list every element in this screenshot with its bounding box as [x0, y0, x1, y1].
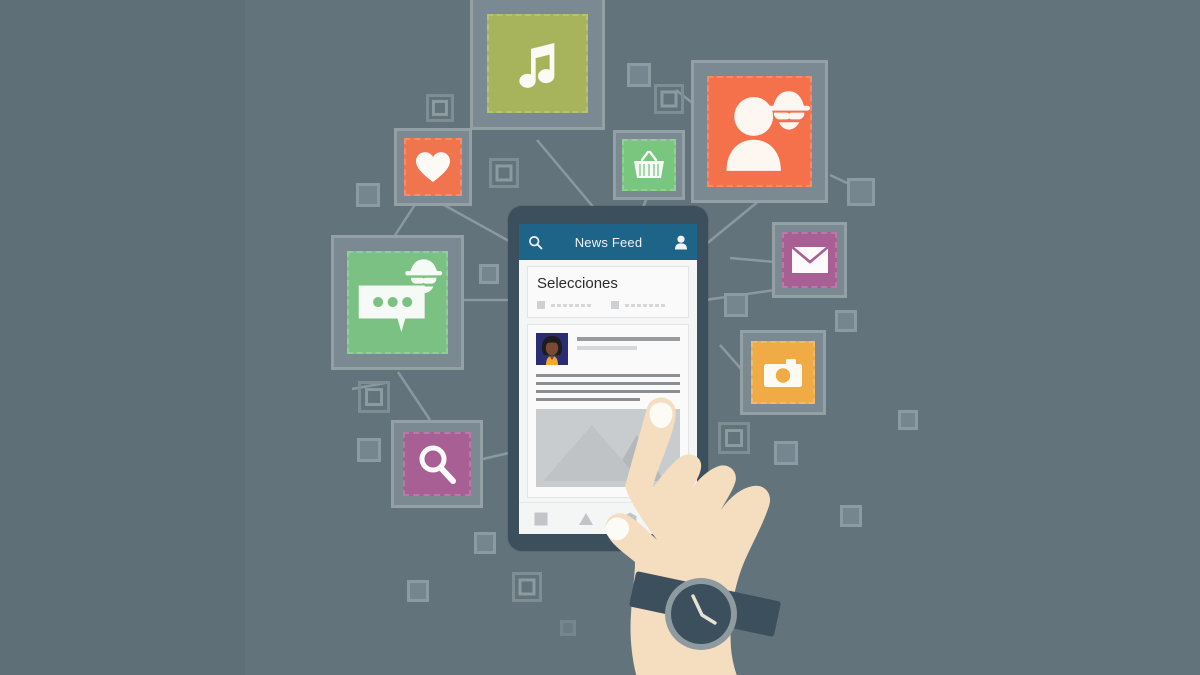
music-tile[interactable] [470, 0, 605, 130]
meta-dash [625, 303, 667, 307]
heart-tile[interactable] [394, 128, 472, 206]
nav-triangle-icon[interactable] [578, 511, 594, 527]
person-icon[interactable] [674, 235, 688, 250]
tile-surface [403, 432, 471, 496]
search-tile[interactable] [391, 420, 483, 508]
body-line [536, 374, 680, 377]
decor-square [356, 183, 380, 207]
basket-tile[interactable] [613, 130, 685, 200]
tile-surface [622, 139, 676, 191]
decor-square [512, 572, 542, 602]
decor-square [560, 620, 576, 636]
decor-square [489, 158, 519, 188]
mail-tile[interactable] [772, 222, 847, 298]
meta-row [537, 301, 679, 309]
tile-surface [487, 14, 588, 113]
avatar [536, 333, 568, 365]
search-icon[interactable] [528, 235, 543, 250]
tile-surface [404, 138, 462, 196]
chat-tile[interactable] [331, 235, 464, 370]
post-text-lines [577, 333, 680, 355]
decor-square [627, 63, 651, 87]
selections-card[interactable]: Selecciones [527, 266, 689, 318]
camera-icon [764, 358, 802, 387]
meta-item [537, 301, 593, 309]
decor-square [407, 580, 429, 602]
decor-square [654, 84, 684, 114]
app-title: News Feed [574, 234, 643, 250]
profile-tile[interactable] [691, 60, 828, 203]
app-topbar: News Feed [519, 224, 697, 260]
chat-bubble-icon [358, 258, 443, 332]
decor-square [426, 94, 454, 122]
post-header [536, 333, 680, 365]
envelope-icon [790, 246, 829, 273]
post-subtitle-line [577, 346, 637, 350]
meta-chip [611, 301, 619, 309]
page-title: Selecciones [537, 275, 618, 292]
tile-surface [707, 76, 812, 187]
decor-square [358, 381, 390, 413]
body-line [536, 382, 680, 385]
heart-icon [416, 152, 450, 182]
magnifier-icon [419, 445, 456, 484]
decor-square [835, 310, 857, 332]
decor-square [479, 264, 499, 284]
decor-square [847, 178, 875, 206]
incognito-badge-icon [767, 90, 810, 130]
person-icon [726, 90, 810, 171]
illustration-canvas: News Feed Selecciones [0, 0, 1200, 675]
decor-square [357, 438, 381, 462]
pointing-hand [605, 397, 781, 675]
meta-item [611, 301, 667, 309]
music-note-icon [518, 42, 554, 88]
meta-dash [551, 303, 593, 307]
meta-chip [537, 301, 545, 309]
decor-square [474, 532, 496, 554]
decor-square [724, 293, 748, 317]
nav-square-icon[interactable] [533, 511, 549, 527]
tile-surface [782, 232, 837, 288]
post-author-line [577, 337, 680, 341]
tile-surface [347, 251, 448, 354]
basket-icon [634, 150, 664, 178]
